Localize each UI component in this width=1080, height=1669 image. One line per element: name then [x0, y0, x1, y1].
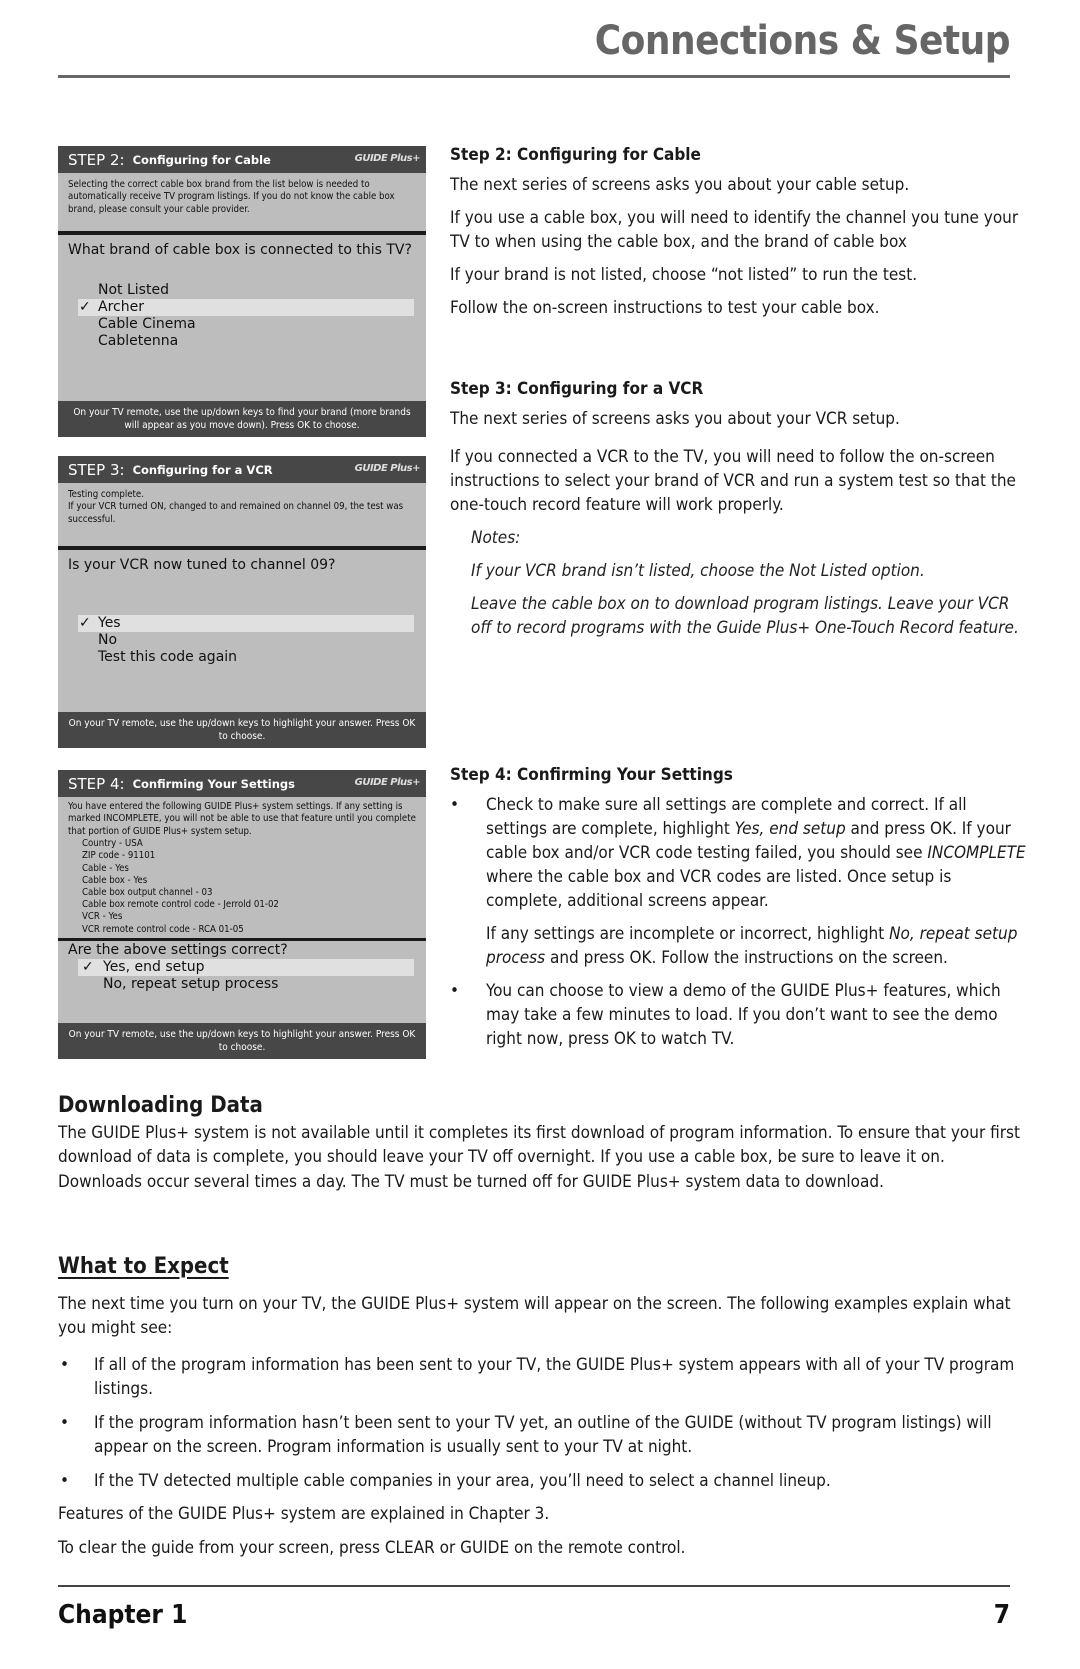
- option-item[interactable]: Test this code again: [78, 649, 414, 666]
- notes-label: Notes:: [471, 528, 521, 548]
- brand-options-list: Not Listed ✓ Archer Cable Cinema Cableten…: [58, 282, 426, 350]
- paragraph: To clear the guide from your screen, pre…: [58, 1537, 686, 1558]
- bullet-item: • If all of the program information has b…: [60, 1354, 1015, 1400]
- step3-instructions: On your TV remote, use the up/down keys …: [58, 712, 426, 748]
- step-number: STEP 4:: [68, 774, 125, 793]
- downloading-heading: Downloading Data: [58, 1093, 263, 1118]
- guide-plus-logo-icon: GUIDE Plus+: [354, 153, 421, 164]
- step4-intro: You have entered the following GUIDE Plu…: [68, 801, 416, 837]
- option-item[interactable]: No: [78, 632, 414, 649]
- option-item[interactable]: No, repeat setup process: [78, 976, 414, 993]
- bullet-icon: •: [60, 1412, 70, 1433]
- bullet-icon: •: [450, 981, 460, 1001]
- page-number: 7: [993, 1600, 1010, 1630]
- step2-title-bar: STEP 2: Configuring for Cable GUIDE Plus…: [58, 146, 426, 173]
- step-title: Configuring for Cable: [132, 152, 271, 167]
- bullet-item: • Check to make sure all settings are co…: [450, 793, 1030, 970]
- paragraph: Follow the on-screen instructions to tes…: [450, 298, 880, 318]
- paragraph: If you connected a VCR to the TV, you wi…: [450, 447, 1016, 515]
- sub-paragraph: If any settings are incomplete or incorr…: [486, 924, 1018, 968]
- what-to-expect-section: What to Expect The next time you turn on…: [58, 1254, 1030, 1569]
- setting-item: VCR remote control code - RCA 01-05: [82, 923, 244, 935]
- setting-item: ZIP code - 91101: [82, 850, 156, 862]
- bullet-icon: •: [60, 1470, 70, 1491]
- paragraph: Features of the GUIDE Plus+ system are e…: [58, 1504, 550, 1524]
- option-item[interactable]: Cabletenna: [78, 333, 414, 350]
- option-item-selected[interactable]: ✓ Yes: [78, 615, 414, 632]
- note: Leave the cable box on to download progr…: [471, 594, 1019, 638]
- setting-item: Country - USA: [82, 838, 143, 850]
- step3-question: Is your VCR now tuned to channel 09?: [68, 557, 336, 573]
- chapter-label: Chapter 1: [58, 1600, 188, 1630]
- guide-plus-logo-icon: GUIDE Plus+: [354, 777, 421, 788]
- option-item-selected[interactable]: ✓ Archer: [78, 299, 414, 316]
- step-number: STEP 2:: [68, 150, 125, 169]
- what-to-expect-heading: What to Expect: [58, 1254, 229, 1279]
- paragraph: If your brand is not listed, choose “not…: [450, 265, 918, 285]
- setting-item: VCR - Yes: [82, 911, 123, 923]
- bullet-icon: •: [60, 1354, 70, 1375]
- setting-item: Cable box remote control code - Jerrold …: [82, 899, 279, 911]
- step2-section: Step 2: Configuring for Cable The next s…: [450, 143, 1030, 329]
- bullet-item: • If the program information hasn’t been …: [60, 1412, 992, 1458]
- step3-title-bar: STEP 3: Configuring for a VCR GUIDE Plus…: [58, 456, 426, 483]
- header-rule: [58, 75, 1010, 78]
- footer-rule: [58, 1585, 1010, 1587]
- bullet-item: • You can choose to view a demo of the G…: [450, 981, 1001, 1049]
- paragraph: The GUIDE Plus+ system is not available …: [58, 1122, 1020, 1192]
- step4-heading: Step 4: Confirming Your Settings: [450, 765, 733, 785]
- step3-intro: Testing complete. If your VCR turned ON,…: [68, 489, 404, 525]
- step3-heading: Step 3: Configuring for a VCR: [450, 379, 704, 399]
- option-item-selected[interactable]: ✓ Yes, end setup: [78, 958, 414, 976]
- step2-screen: STEP 2: Configuring for Cable GUIDE Plus…: [58, 146, 426, 437]
- paragraph: The next series of screens asks you abou…: [450, 175, 910, 195]
- confirm-options-list: ✓ Yes, end setup No, repeat setup process: [58, 958, 426, 993]
- paragraph: The next time you turn on your TV, the G…: [58, 1293, 1011, 1339]
- step2-question: What brand of cable box is connected to …: [68, 242, 412, 258]
- step3-section: Step 3: Configuring for a VCR The next s…: [450, 377, 1030, 649]
- paragraph: The next series of screens asks you abou…: [450, 409, 900, 429]
- bullet-icon: •: [450, 795, 460, 815]
- step4-instructions: On your TV remote, use the up/down keys …: [58, 1023, 426, 1059]
- guide-plus-logo-icon: GUIDE Plus+: [354, 463, 421, 474]
- step-number: STEP 3:: [68, 460, 125, 479]
- setting-item: Cable box - Yes: [82, 874, 148, 886]
- setting-item: Cable box output channel - 03: [82, 887, 213, 899]
- answer-options-list: ✓ Yes No Test this code again: [58, 615, 426, 666]
- option-item[interactable]: Not Listed: [78, 282, 414, 299]
- step-title: Configuring for a VCR: [132, 462, 273, 477]
- step4-title-bar: STEP 4: Confirming Your Settings GUIDE P…: [58, 770, 426, 797]
- step3-screen: STEP 3: Configuring for a VCR GUIDE Plus…: [58, 456, 426, 748]
- downloading-section: Downloading Data The GUIDE Plus+ system …: [58, 1093, 1030, 1203]
- checkmark-icon: ✓: [79, 615, 91, 631]
- step2-intro: Selecting the correct cable box brand fr…: [68, 179, 395, 215]
- step-title: Confirming Your Settings: [132, 776, 295, 791]
- page-title: Connections & Setup: [594, 18, 1011, 64]
- step4-question: Are the above settings correct?: [68, 941, 288, 958]
- checkmark-icon: ✓: [82, 958, 94, 975]
- option-item[interactable]: Cable Cinema: [78, 316, 414, 333]
- note: If your VCR brand isn’t listed, choose t…: [471, 561, 925, 581]
- settings-list: Country - USA ZIP code - 91101 Cable - Y…: [58, 838, 426, 936]
- step4-screen: STEP 4: Confirming Your Settings GUIDE P…: [58, 770, 426, 1059]
- setting-item: Cable - Yes: [82, 862, 129, 874]
- step2-heading: Step 2: Configuring for Cable: [450, 145, 701, 165]
- step4-section: Step 4: Confirming Your Settings • Check…: [450, 763, 1030, 1060]
- checkmark-icon: ✓: [79, 299, 91, 315]
- bullet-item: • If the TV detected multiple cable compa…: [58, 1469, 1030, 1494]
- step2-instructions: On your TV remote, use the up/down keys …: [58, 401, 426, 437]
- paragraph: If you use a cable box, you will need to…: [450, 208, 1019, 252]
